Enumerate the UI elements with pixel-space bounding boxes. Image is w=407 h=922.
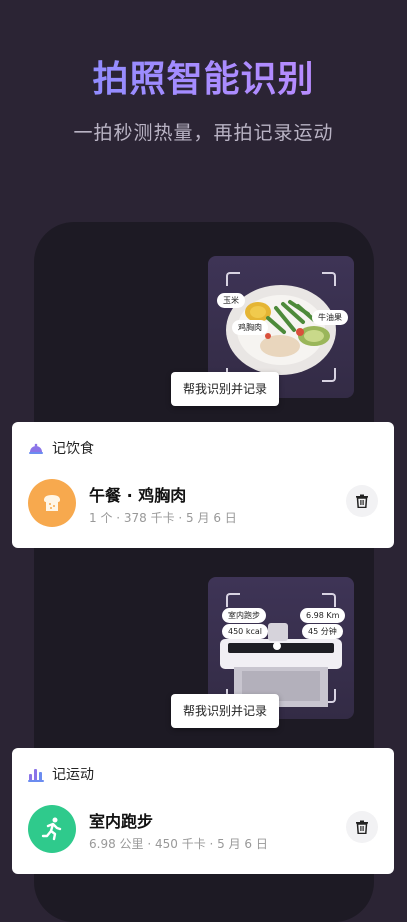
food-cover-icon <box>29 443 43 454</box>
page-title: 拍照智能识别 <box>0 50 407 102</box>
exercise-tag: 室内跑步 <box>222 608 266 623</box>
food-record-card: 记饮食 午餐 · 鸡胸肉 1 个 · 378 千卡 · 5 月 6 日 <box>12 422 394 548</box>
trash-icon <box>356 820 368 834</box>
record-meta: 6.98 公里 · 450 千卡 · 5 月 6 日 <box>89 837 268 851</box>
card-header-label: 记饮食 <box>52 441 94 457</box>
exercise-tag: 450 kcal <box>222 624 268 639</box>
running-icon <box>28 805 76 853</box>
record-meta: 1 个 · 378 千卡 · 5 月 6 日 <box>89 511 237 525</box>
record-title: 室内跑步 <box>89 812 154 831</box>
food-tag: 鸡胸肉 <box>232 320 268 335</box>
identify-record-button[interactable]: 帮我识别并记录 <box>171 372 279 406</box>
food-tag: 牛油果 <box>312 310 348 325</box>
page-subtitle: 一拍秒测热量，再拍记录运动 <box>73 122 334 144</box>
bar-chart-icon <box>28 769 44 782</box>
trash-icon <box>356 494 368 508</box>
exercise-tag: 6.98 Km <box>300 608 346 623</box>
record-title: 午餐 · 鸡胸肉 <box>89 486 187 505</box>
exercise-record-card: 记运动 室内跑步 6.98 公里 · 450 千卡 · 5 月 6 日 <box>12 748 394 874</box>
food-tag: 玉米 <box>217 293 245 308</box>
bread-icon <box>28 479 76 527</box>
identify-record-button[interactable]: 帮我识别并记录 <box>171 694 279 728</box>
delete-button[interactable] <box>346 485 378 517</box>
delete-button[interactable] <box>346 811 378 843</box>
card-header-label: 记运动 <box>52 767 94 783</box>
exercise-tag: 45 分钟 <box>302 624 343 639</box>
